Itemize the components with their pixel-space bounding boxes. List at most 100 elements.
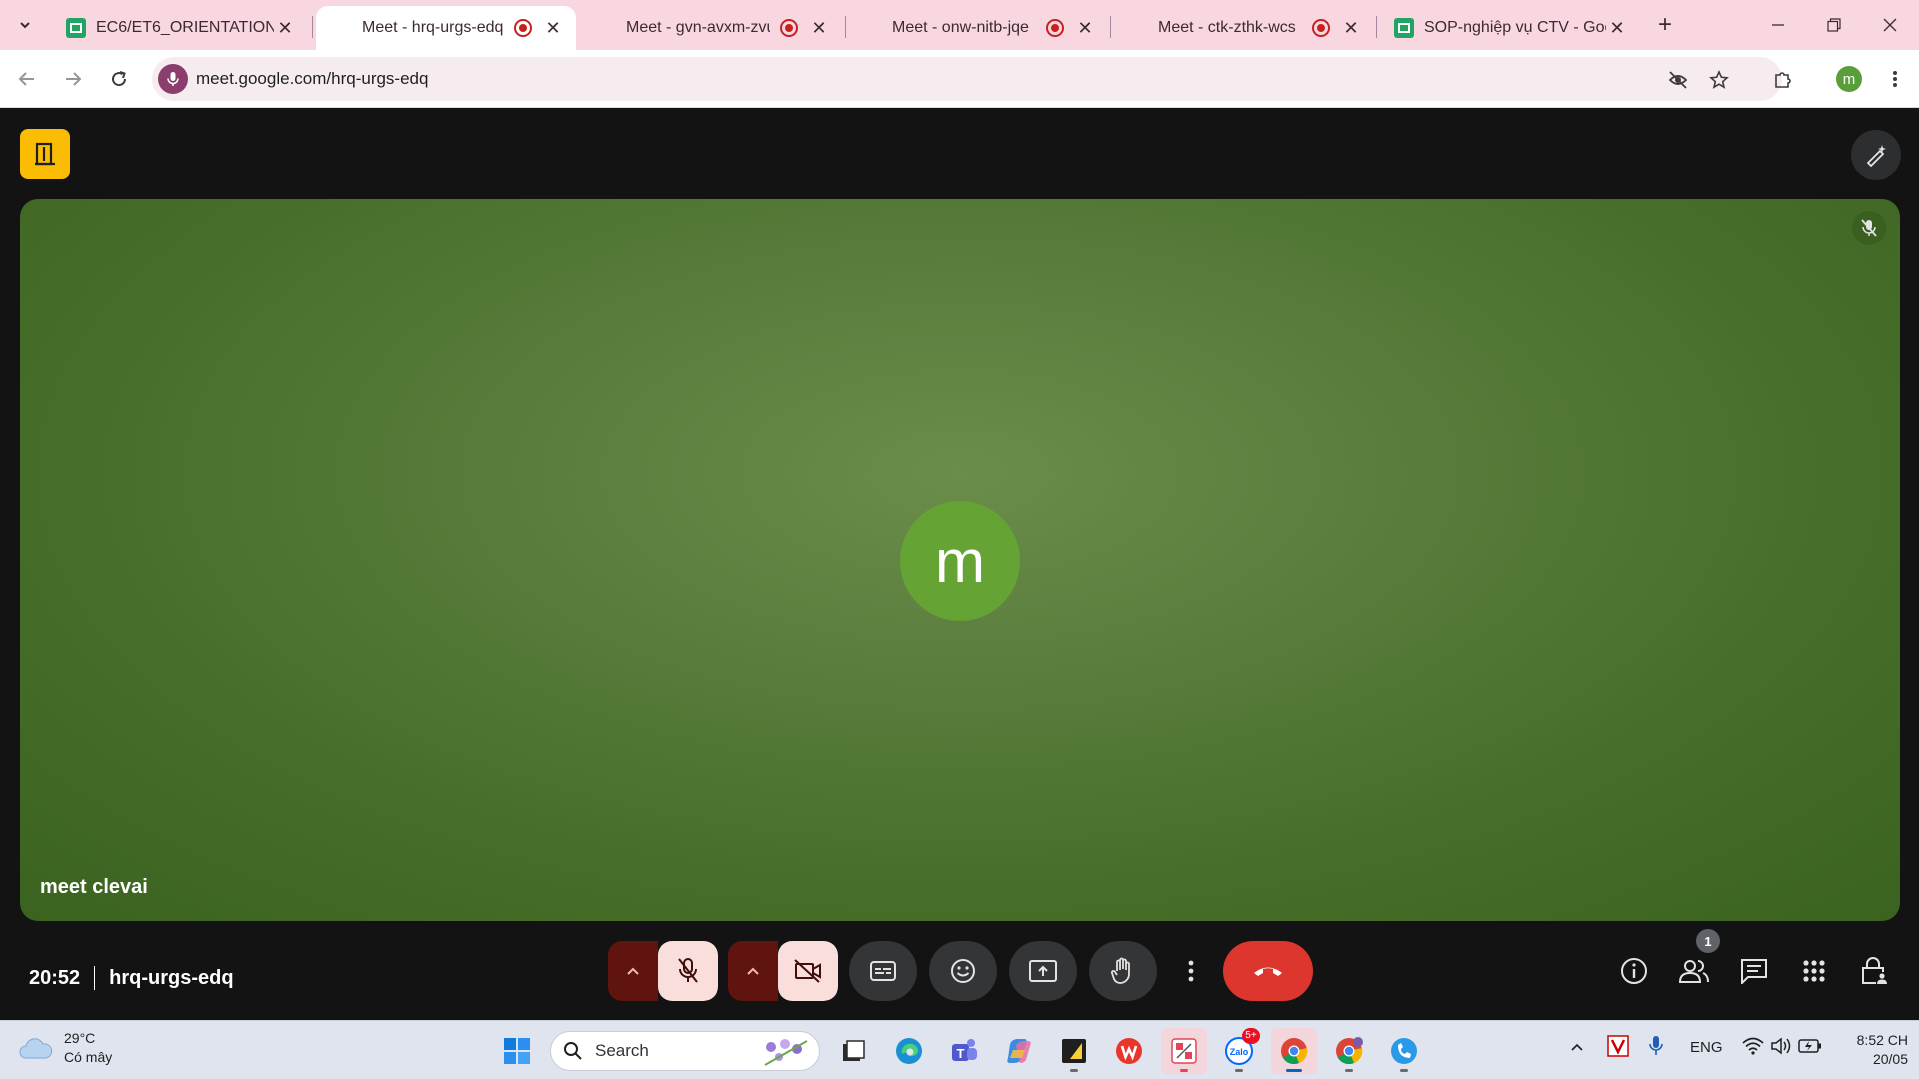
- bookmark-star-icon[interactable]: [1706, 67, 1732, 93]
- meet-companion-icon[interactable]: [20, 129, 70, 179]
- host-controls-button[interactable]: [1852, 949, 1896, 993]
- close-window-button[interactable]: [1862, 0, 1918, 50]
- tab-title: Meet - gvn-avxm-zvu: [626, 19, 770, 36]
- tab-sheets-sop[interactable]: SOP-nghiệp vụ CTV - Goo ✕: [1378, 6, 1640, 50]
- tray-overflow-button[interactable]: [1570, 1039, 1584, 1056]
- meeting-details: 20:52 hrq-urgs-edq: [29, 958, 234, 998]
- flower-doodle-icon: [764, 1039, 808, 1066]
- restore-button[interactable]: [1806, 0, 1862, 50]
- wps-office-icon: [1116, 1038, 1142, 1064]
- browser-menu-button[interactable]: [1880, 64, 1910, 94]
- weather-widget[interactable]: 29°C Có mây: [18, 1029, 112, 1067]
- microphone-icon: [1649, 1036, 1663, 1055]
- task-view-button[interactable]: [830, 1028, 876, 1074]
- camera-control: [728, 941, 838, 1001]
- taskbar-clock[interactable]: 8:52 CH 20/05: [1838, 1031, 1908, 1069]
- minimize-button[interactable]: [1750, 0, 1806, 50]
- end-call-icon: [1254, 967, 1282, 976]
- clock-time: 8:52 CH: [1856, 1032, 1908, 1048]
- profile-avatar[interactable]: m: [1836, 66, 1862, 92]
- tab-title: Meet - hrq-urgs-edq: [362, 19, 504, 36]
- tray-microphone[interactable]: [1648, 1035, 1664, 1061]
- new-tab-button[interactable]: +: [1652, 12, 1678, 38]
- forward-button[interactable]: [58, 64, 88, 94]
- audio-options-button[interactable]: [608, 941, 658, 1001]
- people-button[interactable]: [1672, 949, 1716, 993]
- close-icon[interactable]: ✕: [1340, 18, 1362, 39]
- phone-link-icon: [1391, 1038, 1417, 1064]
- taskbar-wps[interactable]: [1106, 1028, 1152, 1074]
- taskbar-chrome-profile[interactable]: [1326, 1028, 1372, 1074]
- reload-button[interactable]: [104, 64, 134, 94]
- raise-hand-button[interactable]: [1089, 941, 1157, 1001]
- camera-blocked-icon[interactable]: [1665, 67, 1691, 93]
- close-icon[interactable]: ✕: [542, 18, 564, 39]
- tray-volume[interactable]: [1770, 1037, 1792, 1059]
- visual-effects-button[interactable]: [1851, 130, 1901, 180]
- chevron-up-icon: [747, 967, 759, 975]
- tray-language[interactable]: ENG: [1690, 1039, 1723, 1056]
- tray-battery[interactable]: [1798, 1038, 1822, 1058]
- cloud-icon: [19, 1038, 53, 1059]
- microphone-icon[interactable]: [158, 64, 188, 94]
- reactions-button[interactable]: [929, 941, 997, 1001]
- sheets-icon: [1394, 18, 1414, 38]
- participant-tile[interactable]: m meet clevai: [20, 199, 1900, 921]
- puzzle-icon: [1775, 72, 1791, 88]
- tab-sheets-orientation[interactable]: EC6/ET6_ORIENTATION_Cl ✕: [50, 6, 308, 50]
- present-screen-button[interactable]: [1009, 941, 1077, 1001]
- taskbar-snipping-tool[interactable]: [1161, 1028, 1207, 1074]
- browser-tab-strip: EC6/ET6_ORIENTATION_Cl ✕ Meet - hrq-urgs…: [0, 0, 1919, 143]
- volume-icon: [1771, 1037, 1791, 1055]
- taskbar-chrome-active[interactable]: [1271, 1028, 1317, 1074]
- close-icon[interactable]: ✕: [1074, 18, 1096, 39]
- start-button[interactable]: [494, 1028, 540, 1074]
- magic-pen-icon: [1866, 145, 1886, 167]
- taskbar-copilot[interactable]: [996, 1028, 1042, 1074]
- meeting-info-button[interactable]: [1612, 949, 1656, 993]
- tab-title: SOP-nghiệp vụ CTV - Goo: [1424, 19, 1606, 36]
- close-icon[interactable]: ✕: [808, 18, 830, 39]
- tab-search-button[interactable]: [10, 10, 40, 40]
- tab-meet-ctk-zthk-wcs[interactable]: Meet - ctk-zthk-wcs ✕: [1112, 6, 1374, 143]
- restore-icon: [1827, 18, 1841, 32]
- captions-button[interactable]: [849, 941, 917, 1001]
- more-vertical-icon: [1188, 960, 1194, 982]
- taskbar-edge[interactable]: [886, 1028, 932, 1074]
- tray-vietkey[interactable]: [1607, 1035, 1629, 1061]
- taskbar-phone-app[interactable]: [1381, 1028, 1427, 1074]
- chat-button[interactable]: [1732, 949, 1776, 993]
- tab-meet-onw-nitb-jqe[interactable]: Meet - onw-nitb-jqe ✕: [846, 6, 1108, 143]
- sticky-notes-icon: [1062, 1039, 1086, 1063]
- tab-meet-gvn-avxm-zvu[interactable]: Meet - gvn-avxm-zvu ✕: [580, 6, 842, 143]
- toggle-camera-button[interactable]: [778, 941, 838, 1001]
- meeting-time: 20:52: [29, 966, 81, 989]
- more-options-button[interactable]: [1169, 941, 1213, 1001]
- tray-status-group[interactable]: [1742, 1037, 1764, 1059]
- participant-avatar: m: [900, 501, 1020, 621]
- clock-date: 20/05: [1872, 1051, 1908, 1067]
- activities-button[interactable]: [1792, 949, 1836, 993]
- tab-meet-hrq-urgs-edq[interactable]: Meet - hrq-urgs-edq ✕: [316, 6, 576, 143]
- chevron-up-icon: [1571, 1043, 1583, 1051]
- taskbar-search[interactable]: Search: [550, 1031, 820, 1071]
- address-bar[interactable]: meet.google.com/hrq-urgs-edq: [152, 57, 1782, 101]
- recording-icon: [1312, 19, 1330, 37]
- toggle-microphone-button[interactable]: [658, 941, 718, 1001]
- url-text[interactable]: meet.google.com/hrq-urgs-edq: [196, 69, 428, 89]
- emoji-icon: [951, 959, 975, 983]
- close-icon[interactable]: ✕: [1606, 18, 1628, 39]
- taskbar-sticky-notes[interactable]: [1051, 1028, 1097, 1074]
- windows-taskbar: 29°C Có mây Search T Zalo 5+ ENG 8:52 CH…: [0, 1020, 1919, 1079]
- closed-captions-icon: [870, 961, 896, 981]
- close-icon[interactable]: ✕: [274, 18, 296, 39]
- taskbar-teams[interactable]: T: [941, 1028, 987, 1074]
- weather-desc: Có mây: [64, 1049, 113, 1065]
- taskbar-zalo[interactable]: Zalo 5+: [1216, 1028, 1262, 1074]
- leave-call-button[interactable]: [1223, 941, 1313, 1001]
- info-icon: [1621, 958, 1647, 984]
- video-options-button[interactable]: [728, 941, 778, 1001]
- extensions-button[interactable]: [1768, 64, 1798, 94]
- tab-title: Meet - ctk-zthk-wcs: [1158, 19, 1296, 36]
- back-button[interactable]: [12, 64, 42, 94]
